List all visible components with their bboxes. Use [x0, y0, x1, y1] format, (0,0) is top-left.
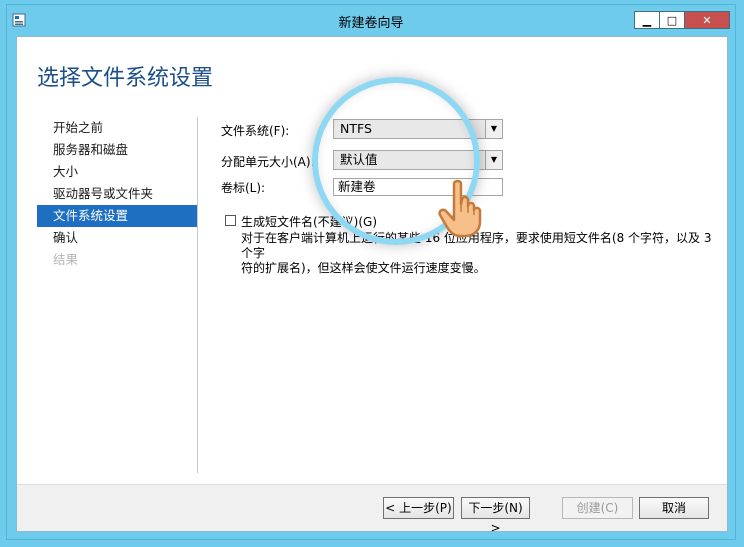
minimize-icon: ▁	[642, 13, 652, 27]
allocation-unit-label: 分配单元大小(A):	[221, 155, 315, 169]
pointing-hand-icon	[438, 179, 482, 238]
page-title: 选择文件系统设置	[37, 66, 214, 91]
volume-label-label: 卷标(L):	[221, 181, 266, 195]
title-bar[interactable]: 新建卷向导 ▁ □ ✕	[6, 4, 736, 36]
filesystem-select[interactable]: NTFS ▼	[333, 119, 503, 139]
nav-item-drive-letter[interactable]: 驱动器号或文件夹	[37, 183, 197, 205]
chevron-down-icon[interactable]: ▼	[485, 120, 502, 138]
wizard-client-area: 选择文件系统设置 开始之前 服务器和磁盘 大小 驱动器号或文件夹 文件系统设置 …	[16, 36, 728, 535]
volume-label-input-value: 新建卷	[338, 179, 376, 194]
maximize-button[interactable]: □	[659, 11, 685, 29]
wizard-footer: < 上一步(P) 下一步(N) > 创建(C) 取消	[17, 484, 727, 535]
nav-item-results: 结果	[53, 252, 79, 267]
nav-item-before-you-begin[interactable]: 开始之前	[37, 117, 197, 139]
next-button[interactable]: 下一步(N) >	[461, 497, 530, 535]
nav-item-filesystem-settings[interactable]: 文件系统设置	[37, 205, 197, 227]
wizard-window: 新建卷向导 ▁ □ ✕ 选择文件系统设置 开始之前 服务器和磁盘 大小 驱动器号…	[6, 4, 736, 540]
window-controls: ▁ □ ✕	[634, 11, 730, 29]
create-button: 创建(C)	[562, 497, 633, 519]
nav-item-size[interactable]: 大小	[37, 161, 197, 183]
filesystem-label: 文件系统(F):	[221, 124, 290, 138]
nav-item-confirmation[interactable]: 确认	[37, 227, 197, 249]
allocation-unit-select-value: 默认值	[340, 152, 378, 167]
short-filename-help-line2: 符的扩展名)，但这样会使文件运行速度变慢。	[241, 261, 486, 275]
allocation-unit-select[interactable]: 默认值 ▼	[333, 150, 503, 170]
nav-item-server-and-disk[interactable]: 服务器和磁盘	[37, 139, 197, 161]
short-filename-checkbox-label[interactable]: 生成短文件名(不建议)(G)	[241, 213, 377, 230]
close-icon: ✕	[702, 13, 712, 27]
filesystem-select-value: NTFS	[340, 121, 372, 136]
previous-button[interactable]: < 上一步(P)	[383, 497, 454, 519]
chevron-down-icon[interactable]: ▼	[485, 151, 502, 169]
minimize-button[interactable]: ▁	[634, 11, 660, 29]
window-title: 新建卷向导	[338, 16, 404, 31]
short-filename-checkbox[interactable]	[225, 215, 236, 226]
close-button[interactable]: ✕	[684, 11, 730, 29]
cancel-button[interactable]: 取消	[639, 497, 709, 519]
nav-divider	[197, 117, 198, 473]
wizard-steps-nav: 开始之前 服务器和磁盘 大小 驱动器号或文件夹 文件系统设置 确认 结果	[37, 117, 197, 271]
maximize-icon: □	[666, 13, 678, 27]
